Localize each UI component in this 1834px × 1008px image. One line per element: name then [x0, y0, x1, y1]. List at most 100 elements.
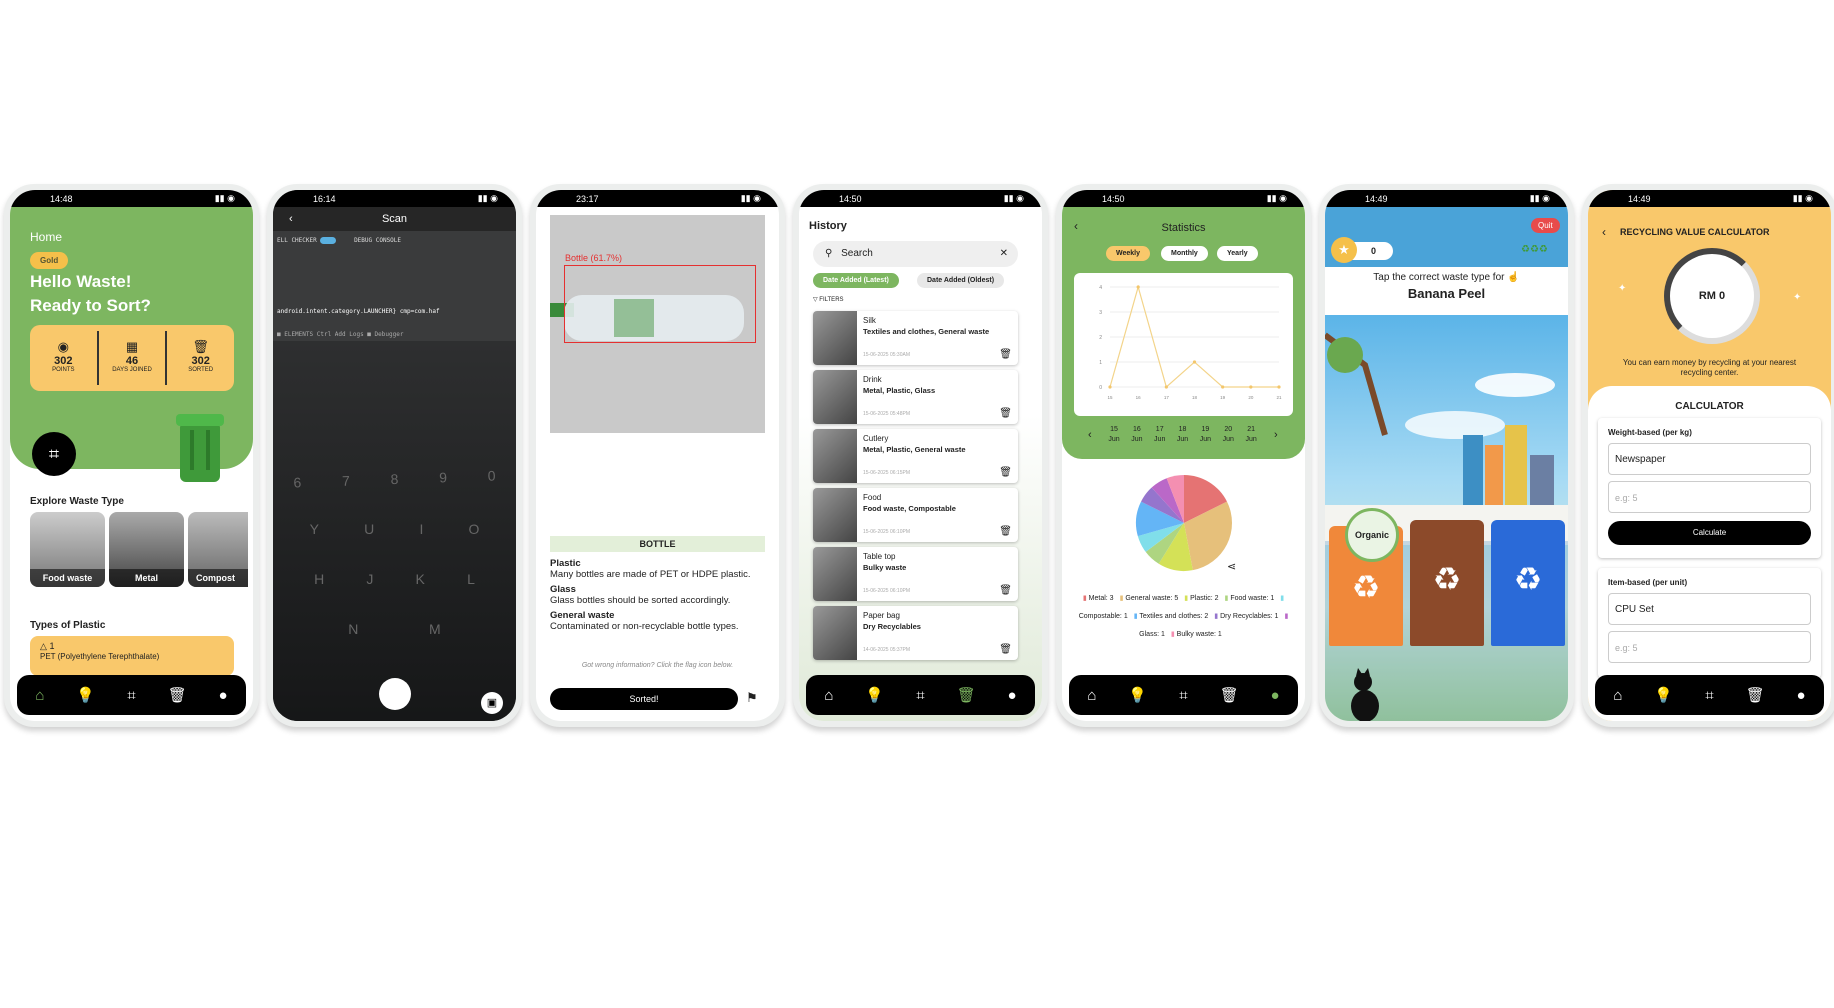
profile-icon[interactable]: ●: [1789, 687, 1813, 704]
weight-input[interactable]: e.g: 5: [1608, 481, 1811, 513]
home-icon[interactable]: ⌂: [1080, 687, 1104, 704]
home-icon[interactable]: ⌂: [817, 687, 841, 704]
history-item-date: 15-06-2025 05:48PM: [863, 411, 910, 417]
profile-icon[interactable]: ●: [1000, 687, 1024, 704]
history-item[interactable]: Food Food waste, Compostable 15-06-2025 06…: [813, 488, 1018, 542]
tile-metal[interactable]: Metal: [109, 512, 184, 587]
sort-latest-button[interactable]: Date Added (Latest): [813, 273, 899, 288]
share-icon[interactable]: ⋖: [1227, 560, 1236, 573]
quit-button[interactable]: Quit: [1531, 218, 1560, 233]
prompt-panel: Tap the correct waste type for ☝ Banana …: [1325, 267, 1568, 315]
profile-icon[interactable]: ●: [1263, 687, 1287, 704]
explore-title: Explore Waste Type: [30, 496, 124, 507]
next-week-icon[interactable]: ›: [1274, 429, 1278, 441]
history-title: History: [809, 220, 847, 232]
target-item: Banana Peel: [1407, 286, 1486, 301]
history-item-name: Table top: [863, 552, 896, 561]
image-icon: ▣: [486, 697, 498, 709]
search-input[interactable]: ⚲ Search ✕: [813, 241, 1018, 267]
tab-weekly[interactable]: Weekly: [1106, 246, 1150, 261]
delete-icon[interactable]: 🗑: [999, 349, 1012, 360]
bin-icon[interactable]: 🗑: [1217, 686, 1241, 704]
data-point: [1277, 385, 1281, 389]
scan-icon[interactable]: ⌗: [908, 687, 932, 704]
day-label: 19 Jun: [1199, 426, 1212, 443]
statistics-title: Statistics: [1161, 222, 1206, 234]
lightbulb-icon[interactable]: 💡: [1652, 686, 1676, 704]
status-bar: 16:14 ▮▮ ◉: [273, 190, 516, 207]
history-item[interactable]: Table top Bulky waste 15-06-2025 06:10PM 🗑: [813, 547, 1018, 601]
bin-icon: 🗑: [192, 339, 209, 354]
shutter-button[interactable]: [379, 678, 411, 710]
delete-icon[interactable]: 🗑: [999, 526, 1012, 537]
profile-icon[interactable]: ●: [211, 687, 235, 704]
scan-header: ‹ Scan: [273, 207, 516, 231]
stat-days: ▦ 46 DAYS JOINED: [99, 331, 168, 385]
bottom-nav: ⌂ 💡 ⌗ 🗑 ●: [1069, 675, 1298, 715]
delete-icon[interactable]: 🗑: [999, 585, 1012, 596]
bin-recyclable[interactable]: ♻: [1491, 520, 1565, 646]
clear-icon[interactable]: ✕: [1000, 241, 1008, 267]
item-select[interactable]: CPU Set: [1608, 593, 1811, 625]
history-item-types: Dry Recyclables: [863, 622, 921, 631]
legend-swatch: ▮: [1214, 613, 1219, 620]
bin-icon[interactable]: 🗑: [165, 686, 189, 704]
x-tick-label: 18: [1192, 395, 1198, 400]
gallery-button[interactable]: ▣: [481, 692, 503, 714]
phone-statistics: 14:50 ▮▮ ◉ ‹ Statistics Weekly Monthly Ye…: [1056, 184, 1311, 727]
sort-oldest-button[interactable]: Date Added (Oldest): [917, 273, 1005, 288]
cat-silhouette: [1347, 666, 1381, 721]
back-icon[interactable]: ‹: [289, 207, 293, 231]
data-point: [1221, 385, 1225, 389]
tile-food-waste[interactable]: Food waste: [30, 512, 105, 587]
history-thumbnail: [813, 429, 857, 483]
line-chart-card: 0 1 2 3 4 15 16 17 18 19 20 21: [1074, 273, 1293, 416]
history-thumbnail: [813, 606, 857, 660]
sparkle-icon: ✦: [1618, 283, 1627, 294]
sorted-button[interactable]: Sorted!: [550, 688, 738, 710]
history-item[interactable]: Cutlery Metal, Plastic, General waste 15-0…: [813, 429, 1018, 483]
scan-icon[interactable]: ⌗: [1697, 687, 1721, 704]
data-point: [1136, 285, 1140, 289]
tile-compost[interactable]: Compost: [188, 512, 248, 587]
history-item[interactable]: Silk Textiles and clothes, General waste 1…: [813, 311, 1018, 365]
home-icon[interactable]: ⌂: [28, 687, 52, 704]
bin-icon[interactable]: 🗑: [1743, 686, 1767, 704]
filters-toggle[interactable]: ▽ FILTERS: [813, 296, 844, 303]
data-point: [1192, 360, 1197, 364]
home-icon[interactable]: ⌂: [1606, 687, 1630, 704]
item-input[interactable]: e.g: 5: [1608, 631, 1811, 663]
phone-calculator: 14:49 ▮▮ ◉ ‹ RECYCLING VALUE CALCULATOR R…: [1582, 184, 1834, 727]
x-tick-label: 19: [1220, 395, 1226, 400]
scan-icon[interactable]: ⌗: [119, 687, 143, 704]
tab-yearly[interactable]: Yearly: [1217, 246, 1258, 261]
history-item-date: 15-06-2025 06:10PM: [863, 588, 910, 594]
prev-week-icon[interactable]: ‹: [1088, 429, 1092, 441]
tab-monthly[interactable]: Monthly: [1161, 246, 1208, 261]
history-thumbnail: [813, 547, 857, 601]
weight-item-select[interactable]: Newspaper: [1608, 443, 1811, 475]
flag-icon[interactable]: ⚑: [746, 690, 758, 706]
status-bar: 23:17 ▮▮ ◉: [536, 190, 779, 207]
history-item-types: Textiles and clothes, General waste: [863, 327, 990, 336]
bin-general[interactable]: ♻: [1410, 520, 1484, 646]
lightbulb-icon[interactable]: 💡: [863, 686, 887, 704]
plastic-card[interactable]: △ 1 PET (Polyethylene Terephthalate): [30, 636, 234, 676]
lightbulb-icon[interactable]: 💡: [74, 686, 98, 704]
delete-icon[interactable]: 🗑: [999, 644, 1012, 655]
calculator-section: CALCULATOR: [1675, 401, 1744, 412]
calculate-button[interactable]: Calculate: [1608, 521, 1811, 545]
delete-icon[interactable]: 🗑: [999, 408, 1012, 419]
legend-entry: ▮ Dry Recyclables: 1: [1214, 613, 1279, 620]
history-item[interactable]: Drink Metal, Plastic, Glass 15-06-2025 05:…: [813, 370, 1018, 424]
legend-entry: ▮ Textiles and clothes: 2: [1133, 613, 1209, 620]
history-item[interactable]: Paper bag Dry Recyclables 14-06-2025 05:37…: [813, 606, 1018, 660]
back-icon[interactable]: ‹: [1602, 225, 1606, 239]
bin-icon[interactable]: 🗑: [954, 686, 978, 704]
delete-icon[interactable]: 🗑: [999, 467, 1012, 478]
scan-fab-button[interactable]: ⌗: [32, 432, 76, 476]
recycle-icon: ♻: [1513, 561, 1543, 597]
scan-icon[interactable]: ⌗: [1171, 687, 1195, 704]
lightbulb-icon[interactable]: 💡: [1126, 686, 1150, 704]
pointer-icon: ☝: [1507, 272, 1520, 283]
